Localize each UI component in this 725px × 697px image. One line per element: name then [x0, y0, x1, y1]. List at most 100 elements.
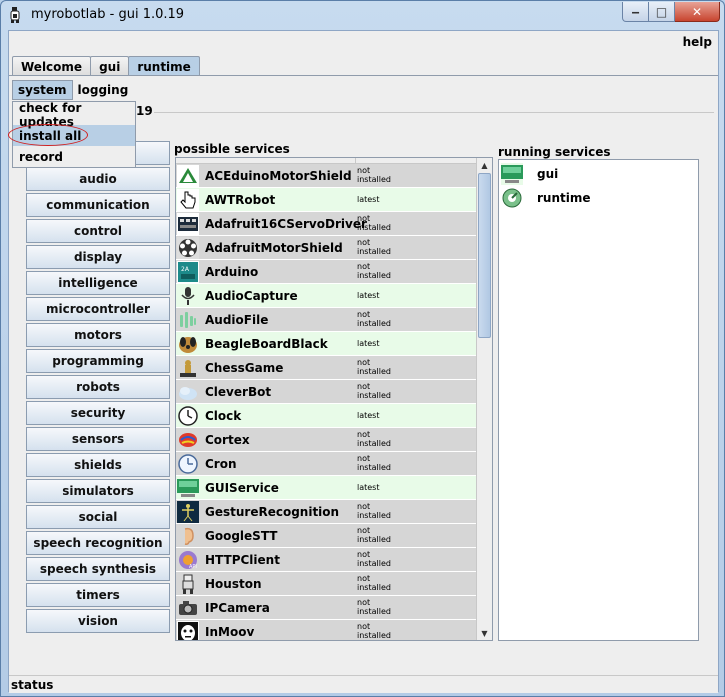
service-row[interactable]: BeagleBoardBlack latest [176, 332, 477, 356]
scroll-up-icon[interactable]: ▲ [477, 158, 492, 172]
category-button-robots[interactable]: robots [26, 375, 170, 399]
service-row[interactable]: API HTTPClient not installed [176, 548, 477, 572]
hand-cursor-icon [177, 189, 199, 211]
category-button-display[interactable]: display [26, 245, 170, 269]
service-status: latest [357, 291, 380, 300]
category-button-intelligence[interactable]: intelligence [26, 271, 170, 295]
service-row[interactable]: GoogleSTT not installed [176, 524, 477, 548]
service-row[interactable]: Clock latest [176, 404, 477, 428]
maximize-button[interactable]: □ [649, 2, 675, 22]
tab-gui[interactable]: gui [90, 56, 130, 76]
menu-item-record[interactable]: record [13, 146, 135, 167]
minimize-button[interactable]: ‒ [622, 2, 649, 22]
version-group-label: 19 [136, 104, 153, 118]
running-service-runtime[interactable]: runtime [501, 186, 691, 210]
close-icon: ✕ [691, 4, 703, 19]
window-content: help Welcome gui runtime system logging … [8, 30, 719, 693]
category-button-programming[interactable]: programming [26, 349, 170, 373]
adafruit-flower-icon [177, 237, 199, 259]
title-bar[interactable]: myrobotlab - gui 1.0.19 ‒ □ ✕ [1, 1, 724, 29]
close-button[interactable]: ✕ [675, 2, 720, 22]
service-name: Cron [205, 457, 237, 471]
beagle-dog-icon [177, 333, 199, 355]
service-status: not installed [357, 238, 391, 256]
service-status: latest [357, 339, 380, 348]
service-row[interactable]: CleverBot not installed [176, 380, 477, 404]
running-service-name: gui [537, 167, 559, 181]
java-robot-icon [10, 7, 20, 23]
category-button-timers[interactable]: timers [26, 583, 170, 607]
help-menu[interactable]: help [683, 35, 712, 49]
service-row[interactable]: IPCamera not installed [176, 596, 477, 620]
gui-monitor-icon [501, 163, 523, 185]
category-button-motors[interactable]: motors [26, 323, 170, 347]
service-row[interactable]: Adafruit16CServoDriver not installed [176, 212, 477, 236]
running-service-gui[interactable]: gui [501, 162, 691, 186]
scroll-down-icon[interactable]: ▼ [477, 626, 492, 640]
service-status: not installed [357, 622, 391, 640]
category-button-microcontroller[interactable]: microcontroller [26, 297, 170, 321]
category-button-shields[interactable]: shields [26, 453, 170, 477]
service-row[interactable]: ChessGame not installed [176, 356, 477, 380]
service-row[interactable]: GUIService latest [176, 476, 477, 500]
inmoov-face-icon [177, 621, 199, 640]
menu-bar: help [9, 31, 718, 53]
menu-item-check-for-updates[interactable]: check for updates [13, 101, 135, 129]
category-button-vision[interactable]: vision [26, 609, 170, 633]
service-row[interactable]: ACEduinoMotorShield not installed [176, 164, 477, 188]
service-row[interactable]: Houston not installed [176, 572, 477, 596]
category-button-audio[interactable]: audio [26, 167, 170, 191]
service-row[interactable]: Cron not installed [176, 452, 477, 476]
menu-logging[interactable]: logging [73, 80, 134, 100]
service-row[interactable]: Cortex not installed [176, 428, 477, 452]
menu-system[interactable]: system [12, 80, 73, 100]
possible-services-label: possible services [174, 142, 290, 156]
service-row[interactable]: 2A Arduino not installed [176, 260, 477, 284]
service-row[interactable]: AWTRobot latest [176, 188, 477, 212]
service-row[interactable]: InMoov not installed [176, 620, 477, 640]
service-name: Adafruit16CServoDriver [205, 217, 367, 231]
category-button-social[interactable]: social [26, 505, 170, 529]
service-name: ChessGame [205, 361, 284, 375]
scroll-thumb[interactable] [478, 173, 491, 338]
service-status: not installed [357, 310, 391, 328]
category-button-sensors[interactable]: sensors [26, 427, 170, 451]
service-row[interactable]: AudioFile not installed [176, 308, 477, 332]
tab-divider [9, 75, 718, 76]
category-button-communication[interactable]: communication [26, 193, 170, 217]
category-button-speech-recognition[interactable]: speech recognition [26, 531, 170, 555]
vertical-scrollbar[interactable]: ▲ ▼ [476, 158, 492, 640]
service-name: Arduino [205, 265, 259, 279]
service-name: AudioFile [205, 313, 269, 327]
service-name: Houston [205, 577, 262, 591]
service-status: not installed [357, 574, 391, 592]
minimize-icon: ‒ [631, 4, 640, 19]
service-status: not installed [357, 526, 391, 544]
audio-wave-icon [177, 309, 199, 331]
tab-runtime[interactable]: runtime [128, 56, 200, 76]
service-name: Clock [205, 409, 242, 423]
service-row[interactable]: GestureRecognition not installed [176, 500, 477, 524]
highlight-circle [8, 124, 88, 146]
service-name: CleverBot [205, 385, 272, 399]
category-button-simulators[interactable]: simulators [26, 479, 170, 503]
service-name: GoogleSTT [205, 529, 278, 543]
aceduino-logo-icon [177, 165, 199, 187]
tab-welcome[interactable]: Welcome [12, 56, 92, 76]
service-name: AudioCapture [205, 289, 298, 303]
service-status: not installed [357, 358, 391, 376]
service-row[interactable]: AudioCapture latest [176, 284, 477, 308]
category-button-speech-synthesis[interactable]: speech synthesis [26, 557, 170, 581]
service-status: not installed [357, 430, 391, 448]
category-button-control[interactable]: control [26, 219, 170, 243]
gui-monitor-icon [177, 477, 199, 499]
runtime-menu-bar: system logging [12, 80, 133, 100]
app-window: myrobotlab - gui 1.0.19 ‒ □ ✕ help Welco… [0, 0, 725, 697]
service-name: GestureRecognition [205, 505, 340, 519]
cron-clock-icon [177, 453, 199, 475]
service-status: not installed [357, 262, 391, 280]
ear-icon [177, 525, 199, 547]
service-row[interactable]: AdafruitMotorShield not installed [176, 236, 477, 260]
main-tabs: Welcome gui runtime [12, 56, 200, 76]
category-button-security[interactable]: security [26, 401, 170, 425]
